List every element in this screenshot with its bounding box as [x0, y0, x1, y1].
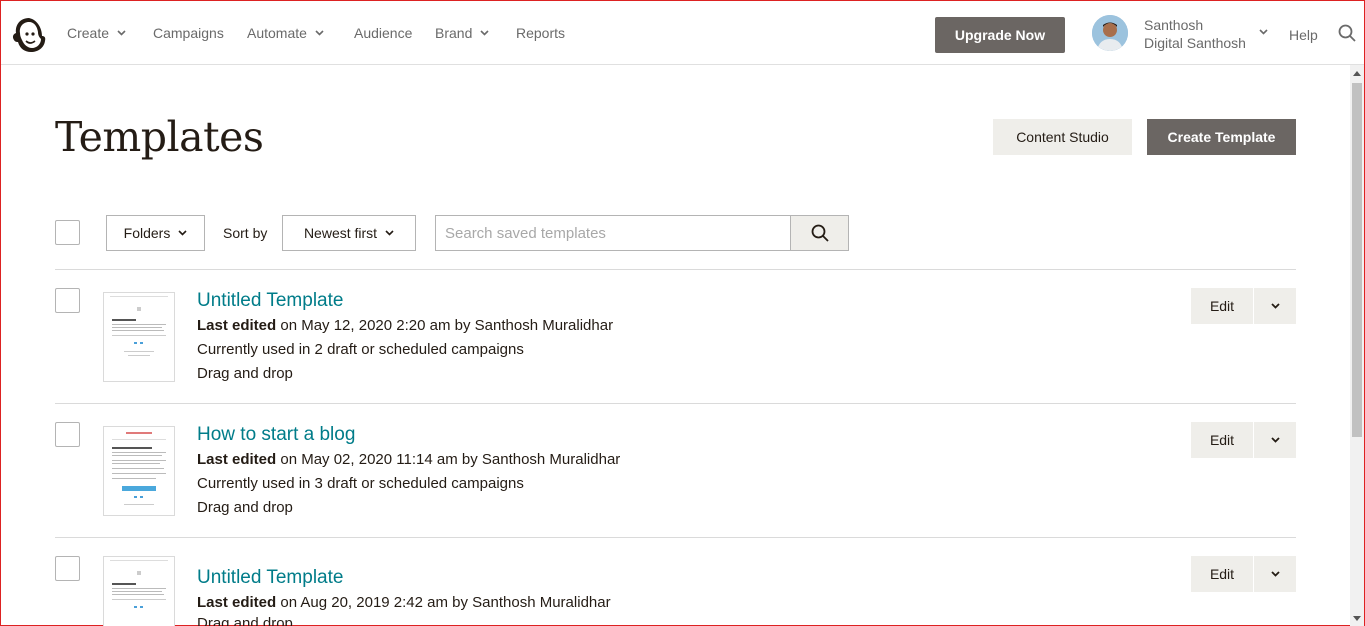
search-icon [811, 224, 829, 242]
template-checkbox[interactable] [55, 556, 80, 581]
last-edited-detail: on May 12, 2020 2:20 am by Santhosh Mura… [280, 317, 614, 334]
user-organization: Digital Santhosh [1144, 35, 1246, 51]
template-thumbnail[interactable] [103, 556, 175, 626]
usage-text: Currently used in 2 draft or scheduled c… [197, 341, 524, 358]
scroll-up-arrow-icon[interactable] [1353, 71, 1361, 76]
user-avatar-icon [1092, 15, 1128, 51]
last-edited-detail: on May 02, 2020 11:14 am by Santhosh Mur… [280, 451, 621, 468]
scroll-thumb[interactable] [1352, 83, 1362, 437]
nav-audience[interactable]: Audience [354, 25, 412, 41]
search-icon[interactable] [1338, 24, 1356, 42]
last-edited-label: Last edited [197, 317, 277, 334]
usage-text: Currently used in 3 draft or scheduled c… [197, 475, 524, 492]
page-scrollbar[interactable] [1350, 65, 1364, 626]
upgrade-now-button[interactable]: Upgrade Now [935, 17, 1065, 53]
template-checkbox[interactable] [55, 422, 80, 447]
folders-dropdown[interactable]: Folders [106, 215, 205, 251]
edit-button[interactable]: Edit [1191, 288, 1253, 324]
last-edited-label: Last edited [197, 594, 277, 611]
template-actions-dropdown[interactable] [1254, 556, 1296, 592]
edit-button[interactable]: Edit [1191, 422, 1253, 458]
last-edited-label: Last edited [197, 451, 277, 468]
template-type: Drag and drop [197, 499, 293, 516]
list-divider [55, 269, 1296, 270]
nav-create[interactable]: Create [67, 25, 126, 41]
last-edited-text: Last edited on Aug 20, 2019 2:42 am by S… [197, 594, 611, 611]
chevron-down-icon [480, 30, 489, 36]
chevron-down-icon [1270, 571, 1280, 577]
template-preview-image [110, 296, 168, 356]
template-type: Drag and drop [197, 365, 293, 382]
template-type: Drag and drop [197, 615, 293, 626]
edit-button[interactable]: Edit [1191, 556, 1253, 592]
last-edited-detail: on Aug 20, 2019 2:42 am by Santhosh Mura… [280, 594, 611, 611]
chevron-down-icon [385, 230, 394, 236]
scroll-down-arrow-icon[interactable] [1353, 616, 1361, 621]
chevron-down-icon [315, 30, 324, 36]
last-edited-text: Last edited on May 12, 2020 2:20 am by S… [197, 317, 613, 334]
nav-brand[interactable]: Brand [435, 25, 489, 41]
list-divider [55, 537, 1296, 538]
nav-create-label: Create [67, 25, 110, 41]
template-preview-image [112, 432, 166, 505]
top-navigation: Create Campaigns Automate Audience Brand… [1, 1, 1364, 65]
content-studio-button[interactable]: Content Studio [993, 119, 1132, 155]
nav-reports-label: Reports [516, 25, 566, 41]
user-name: Santhosh [1144, 17, 1204, 33]
select-all-checkbox[interactable] [55, 220, 80, 245]
sort-by-label: Sort by [223, 225, 268, 241]
search-templates-input[interactable] [435, 215, 791, 251]
template-thumbnail[interactable] [103, 292, 175, 382]
folders-label: Folders [123, 225, 171, 241]
template-actions-dropdown[interactable] [1254, 422, 1296, 458]
template-thumbnail[interactable] [103, 426, 175, 516]
nav-brand-label: Brand [435, 25, 473, 41]
sort-value: Newest first [303, 225, 378, 241]
search-templates-button[interactable] [790, 215, 849, 251]
template-title-link[interactable]: Untitled Template [197, 290, 343, 312]
page-title: Templates [55, 113, 264, 161]
nav-automate-label: Automate [247, 25, 307, 41]
nav-automate[interactable]: Automate [247, 25, 324, 41]
nav-reports[interactable]: Reports [516, 25, 565, 41]
mailchimp-logo-icon[interactable] [11, 16, 47, 54]
template-actions-dropdown[interactable] [1254, 288, 1296, 324]
help-link[interactable]: Help [1289, 27, 1318, 43]
last-edited-text: Last edited on May 02, 2020 11:14 am by … [197, 451, 620, 468]
chevron-down-icon [1270, 303, 1280, 309]
template-checkbox[interactable] [55, 288, 80, 313]
chevron-down-icon[interactable] [1259, 29, 1268, 35]
chevron-down-icon [178, 230, 187, 236]
chevron-down-icon [1270, 437, 1280, 443]
create-template-button[interactable]: Create Template [1147, 119, 1296, 155]
template-preview-image [110, 560, 168, 608]
nav-campaigns-label: Campaigns [153, 25, 224, 41]
list-divider [55, 403, 1296, 404]
template-title-link[interactable]: How to start a blog [197, 424, 355, 446]
account-menu[interactable]: Santhosh Digital Santhosh [1144, 16, 1246, 52]
sort-dropdown[interactable]: Newest first [282, 215, 416, 251]
chevron-down-icon [117, 30, 126, 36]
nav-campaigns[interactable]: Campaigns [153, 25, 224, 41]
avatar[interactable] [1092, 15, 1128, 51]
nav-audience-label: Audience [354, 25, 413, 41]
template-title-link[interactable]: Untitled Template [197, 567, 343, 589]
